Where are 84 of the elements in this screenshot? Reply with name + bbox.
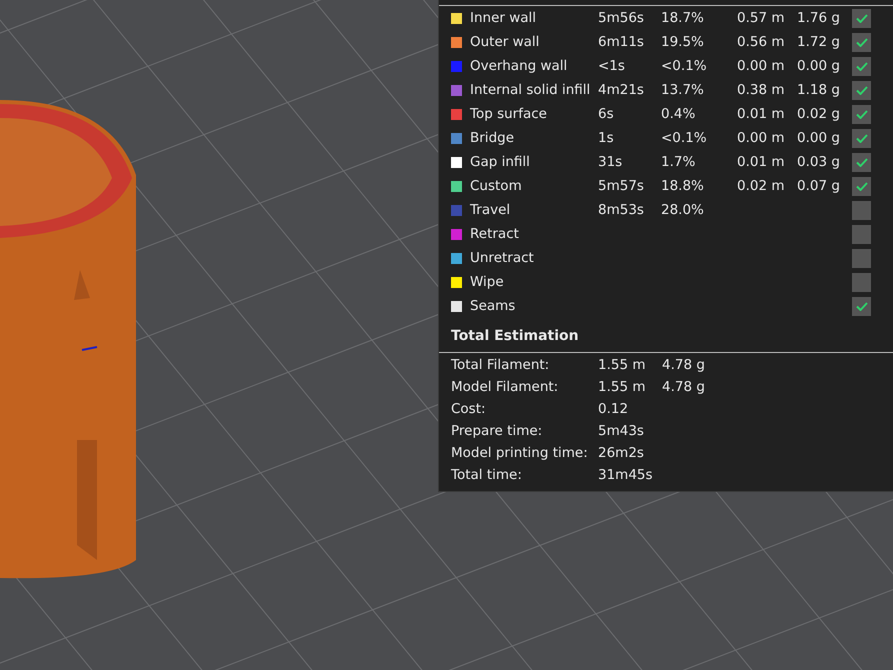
- length-value: 0.00 m: [737, 58, 786, 74]
- visibility-checkbox[interactable]: [852, 32, 871, 52]
- length-value: 0.38 m: [737, 82, 786, 98]
- feature-label: Travel: [470, 202, 512, 218]
- summary-value: 4.78 g: [662, 357, 706, 373]
- feature-label: Custom: [470, 178, 523, 194]
- time-value: 1s: [598, 130, 615, 146]
- visibility-checkbox[interactable]: [852, 128, 871, 148]
- time-value: 6s: [598, 106, 615, 122]
- visibility-checkbox[interactable]: [852, 104, 871, 124]
- visibility-checkbox[interactable]: [852, 56, 871, 76]
- time-value: 4m21s: [598, 82, 645, 98]
- percent-value: <0.1%: [661, 130, 708, 146]
- length-value: 0.00 m: [737, 130, 786, 146]
- summary-value: 31m45s: [598, 467, 654, 483]
- weight-value: 1.72 g: [797, 34, 841, 50]
- percent-value: 1.7%: [661, 154, 696, 170]
- weight-value: 0.00 g: [797, 130, 841, 146]
- weight-value: 0.02 g: [797, 106, 841, 122]
- percent-value: 28.0%: [661, 202, 705, 218]
- weight-value: 0.07 g: [797, 178, 841, 194]
- weight-value: 1.76 g: [797, 10, 841, 26]
- percent-value: <0.1%: [661, 58, 708, 74]
- feature-label: Inner wall: [470, 10, 538, 26]
- summary-label: Cost:: [451, 401, 487, 417]
- percent-value: 18.7%: [661, 10, 705, 26]
- feature-label: Overhang wall: [470, 58, 568, 74]
- checkmark-icon: [856, 110, 868, 118]
- summary-value: 5m43s: [598, 423, 645, 439]
- length-value: 0.02 m: [737, 178, 786, 194]
- section-title: Total Estimation: [450, 327, 580, 346]
- visibility-checkbox[interactable]: [852, 176, 871, 196]
- time-value: 5m57s: [598, 178, 645, 194]
- summary-label: Total Filament:: [451, 357, 550, 373]
- visibility-checkbox[interactable]: [852, 80, 871, 100]
- percent-value: 13.7%: [661, 82, 705, 98]
- visibility-checkbox[interactable]: [852, 248, 871, 268]
- length-value: 0.57 m: [737, 10, 786, 26]
- percent-value: 0.4%: [661, 106, 696, 122]
- feature-label: Gap infill: [470, 154, 531, 170]
- feature-label: Unretract: [470, 250, 535, 266]
- summary-value: 4.78 g: [662, 379, 706, 395]
- checkmark-icon: [856, 86, 868, 94]
- summary-value: 26m2s: [598, 445, 645, 461]
- feature-label: Bridge: [470, 130, 516, 146]
- summary-label: Total time:: [451, 467, 523, 483]
- percent-value: 18.8%: [661, 178, 705, 194]
- feature-label: Top surface: [470, 106, 548, 122]
- length-value: 0.01 m: [737, 154, 786, 170]
- feature-label: Seams: [470, 298, 516, 314]
- summary-value: 0.12: [598, 401, 630, 417]
- time-value: 6m11s: [598, 34, 645, 50]
- visibility-checkbox[interactable]: [852, 296, 871, 316]
- summary-value: 1.55 m: [598, 379, 647, 395]
- checkmark-icon: [856, 134, 868, 142]
- summary-value: 1.55 m: [598, 357, 647, 373]
- summary-label: Model Filament:: [451, 379, 560, 395]
- checkmark-icon: [856, 182, 868, 190]
- visibility-checkbox[interactable]: [852, 8, 871, 28]
- feature-label: Outer wall: [470, 34, 540, 50]
- time-value: <1s: [598, 58, 626, 74]
- weight-value: 0.00 g: [797, 58, 841, 74]
- checkmark-icon: [856, 38, 868, 46]
- weight-value: 0.03 g: [797, 154, 841, 170]
- time-value: 5m56s: [598, 10, 645, 26]
- length-value: 0.56 m: [737, 34, 786, 50]
- length-value: 0.01 m: [737, 106, 786, 122]
- percent-value: 19.5%: [661, 34, 705, 50]
- time-value: 8m53s: [598, 202, 645, 218]
- visibility-checkbox[interactable]: [852, 152, 871, 172]
- checkmark-icon: [856, 302, 868, 310]
- feature-label: Retract: [470, 226, 520, 242]
- checkmark-icon: [856, 158, 868, 166]
- summary-label: Model printing time:: [451, 445, 589, 461]
- visibility-checkbox[interactable]: [852, 200, 871, 220]
- feature-label: Wipe: [470, 274, 505, 290]
- weight-value: 1.18 g: [797, 82, 841, 98]
- checkmark-icon: [856, 14, 868, 22]
- time-value: 31s: [598, 154, 624, 170]
- visibility-checkbox[interactable]: [852, 224, 871, 244]
- checkmark-icon: [856, 62, 868, 70]
- summary-label: Prepare time:: [451, 423, 544, 439]
- feature-label: Internal solid infill: [470, 82, 592, 98]
- visibility-checkbox[interactable]: [852, 272, 871, 292]
